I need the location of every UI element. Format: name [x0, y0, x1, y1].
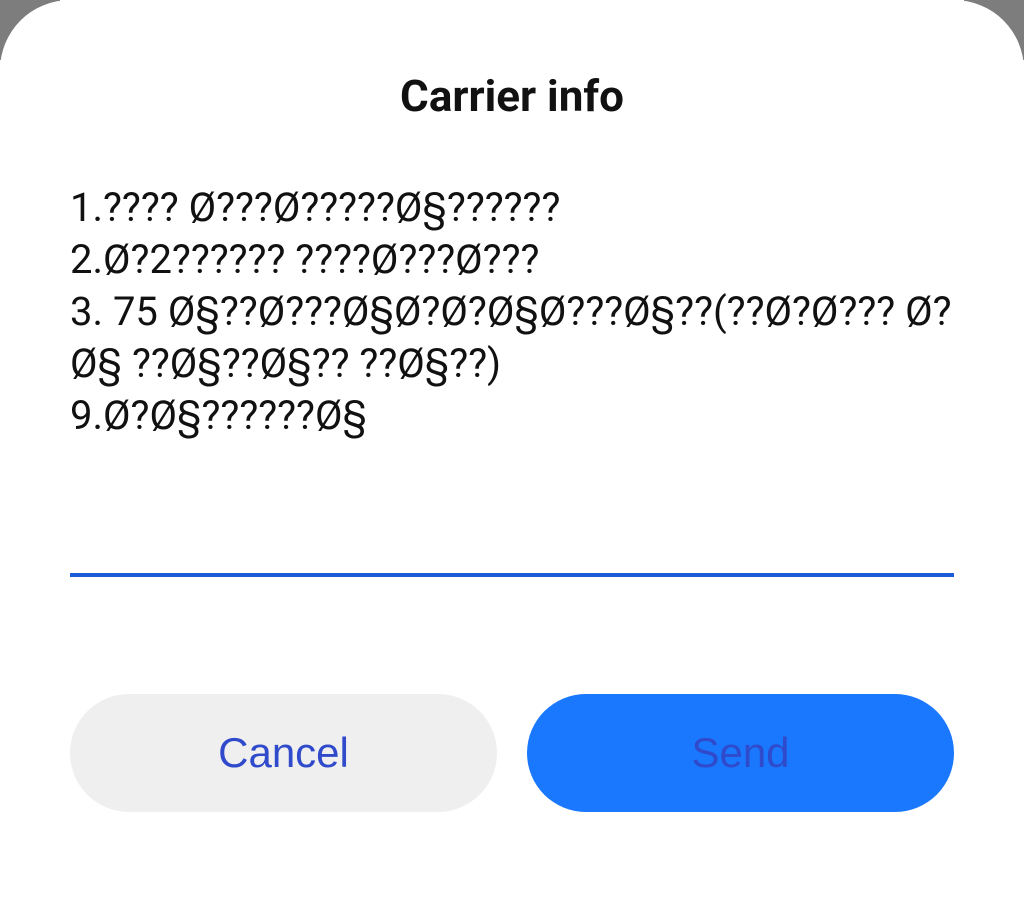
dialog-title: Carrier info: [70, 70, 954, 122]
dialog-buttons: Cancel Send: [70, 694, 954, 867]
ussd-input[interactable]: [70, 512, 954, 577]
carrier-info-dialog: Carrier info 1.???? Ø???Ø?????Ø§?????? 2…: [0, 0, 1024, 907]
dialog-body-text: 1.???? Ø???Ø?????Ø§?????? 2.Ø?2?????? ??…: [70, 182, 954, 442]
send-button[interactable]: Send: [527, 694, 954, 812]
input-container: [70, 512, 954, 577]
cancel-button[interactable]: Cancel: [70, 694, 497, 812]
